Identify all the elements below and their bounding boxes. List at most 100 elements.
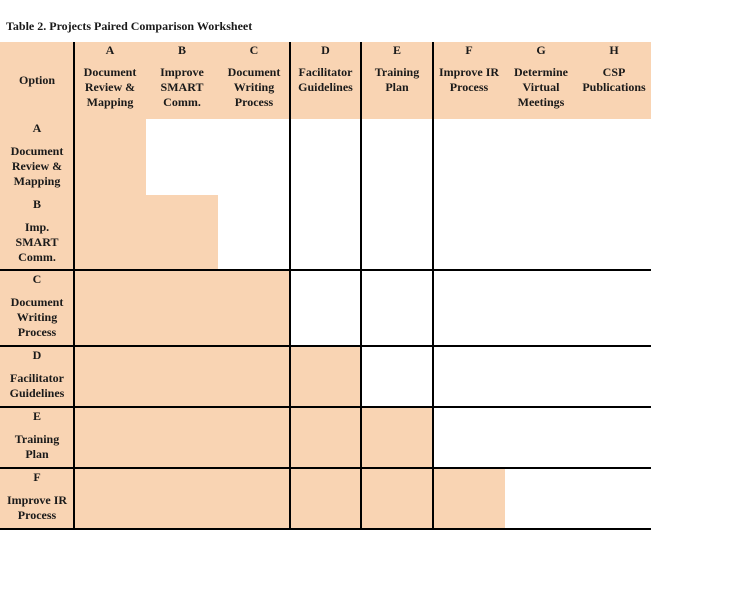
comparison-cell-d-c [218, 346, 290, 407]
row-letter: E [32, 409, 41, 423]
row-name-line: Process [17, 325, 57, 339]
row-name-line: Imp. [24, 220, 50, 234]
row-divider [0, 467, 651, 469]
column-letter: G [536, 43, 546, 57]
row-letter: A [32, 121, 42, 135]
comparison-cell-e-a [74, 407, 146, 468]
comparison-cell-d-f[interactable] [433, 346, 505, 407]
row-name-line: Training [14, 432, 60, 446]
comparison-cell-a-h[interactable] [577, 119, 651, 195]
comparison-cell-a-g[interactable] [505, 119, 577, 195]
comparison-cell-f-d [290, 468, 361, 529]
column-header-f: F Improve IR Process [433, 42, 505, 119]
row-letter: C [32, 272, 42, 286]
option-column-label: Option [18, 73, 55, 87]
row-name: Training Plan [15, 432, 59, 462]
comparison-cell-c-e[interactable] [361, 270, 433, 346]
row-name-line: Comm. [18, 250, 56, 264]
comparison-cell-d-d [290, 346, 361, 407]
column-name-line: Document [83, 65, 137, 79]
comparison-cell-b-c[interactable] [218, 195, 290, 270]
row-letter: F [33, 470, 41, 484]
comparison-cell-c-g[interactable] [505, 270, 577, 346]
comparison-cell-c-a [74, 270, 146, 346]
comparison-cell-c-b [146, 270, 218, 346]
comparison-cell-c-d[interactable] [290, 270, 361, 346]
column-name: Improve SMART Comm. [160, 65, 204, 110]
comparison-cell-f-h[interactable] [577, 468, 651, 529]
comparison-cell-a-e[interactable] [361, 119, 433, 195]
comparison-cell-d-e[interactable] [361, 346, 433, 407]
comparison-cell-c-h[interactable] [577, 270, 651, 346]
comparison-cell-d-h[interactable] [577, 346, 651, 407]
comparison-cell-b-e[interactable] [361, 195, 433, 270]
comparison-cell-a-b[interactable] [146, 119, 218, 195]
column-name: Improve IR Process [439, 65, 499, 95]
row-label-f: F Improve IR Process [0, 468, 74, 529]
row-label-d: D Facilitator Guidelines [0, 346, 74, 407]
comparison-cell-e-h[interactable] [577, 407, 651, 468]
column-name-line: Plan [385, 80, 409, 94]
row-name-line: Review & [11, 159, 63, 173]
column-name-line: Improve [160, 65, 204, 79]
comparison-cell-f-a [74, 468, 146, 529]
comparison-cell-b-g[interactable] [505, 195, 577, 270]
row-name: Facilitator Guidelines [10, 371, 65, 401]
row-divider [0, 528, 651, 530]
comparison-cell-d-g[interactable] [505, 346, 577, 407]
comparison-cell-e-d [290, 407, 361, 468]
comparison-cell-a-d[interactable] [290, 119, 361, 195]
column-header-a: A Document Review & Mapping [74, 42, 146, 119]
row-name-line: Document [10, 295, 64, 309]
comparison-cell-e-g[interactable] [505, 407, 577, 468]
column-letter: B [177, 43, 186, 57]
column-header-d: D Facilitator Guidelines [290, 42, 361, 119]
row-divider [0, 406, 651, 408]
comparison-cell-e-f[interactable] [433, 407, 505, 468]
column-name-line: Virtual [522, 80, 560, 94]
comparison-cell-b-d[interactable] [290, 195, 361, 270]
comparison-cell-b-h[interactable] [577, 195, 651, 270]
column-divider [289, 42, 291, 529]
column-name-line: Mapping [86, 95, 134, 109]
row-label-c: C Document Writing Process [0, 270, 74, 346]
comparison-cell-a-f[interactable] [433, 119, 505, 195]
column-name-line: Process [449, 80, 489, 94]
column-name-line: Review & [84, 80, 136, 94]
comparison-cell-e-c [218, 407, 290, 468]
row-name: Improve IR Process [7, 493, 67, 523]
column-name: Document Review & Mapping [84, 65, 137, 110]
row-divider [0, 345, 651, 347]
row-name-line: Document [10, 144, 64, 158]
column-header-c: C Document Writing Process [218, 42, 290, 119]
comparison-cell-c-f[interactable] [433, 270, 505, 346]
header-option-cell: Option [0, 42, 74, 119]
row-name-line: Plan [25, 447, 49, 461]
column-header-g: G Determine Virtual Meetings [505, 42, 577, 119]
column-name: Document Writing Process [228, 65, 281, 110]
comparison-cell-f-g[interactable] [505, 468, 577, 529]
column-header-b: B Improve SMART Comm. [146, 42, 218, 119]
comparison-cell-e-e [361, 407, 433, 468]
comparison-cell-b-f[interactable] [433, 195, 505, 270]
comparison-cell-f-e [361, 468, 433, 529]
comparison-cell-f-f [433, 468, 505, 529]
row-name-line: Process [17, 508, 57, 522]
column-name-line: Comm. [163, 95, 201, 109]
column-name-line: Training [374, 65, 420, 79]
comparison-cell-e-b [146, 407, 218, 468]
column-divider [360, 42, 362, 529]
row-letter: B [32, 197, 41, 211]
comparison-cell-a-c[interactable] [218, 119, 290, 195]
comparison-cell-d-b [146, 346, 218, 407]
row-divider [0, 269, 651, 271]
column-letter: F [465, 43, 473, 57]
column-name-line: Document [227, 65, 281, 79]
column-name-line: SMART [160, 80, 204, 94]
row-name: Document Writing Process [11, 295, 64, 340]
comparison-cell-b-b [146, 195, 218, 270]
column-name: CSP Publications [582, 65, 645, 95]
row-name-line: Improve IR [6, 493, 68, 507]
column-name-line: Process [234, 95, 274, 109]
column-name-line: Publications [582, 80, 646, 94]
